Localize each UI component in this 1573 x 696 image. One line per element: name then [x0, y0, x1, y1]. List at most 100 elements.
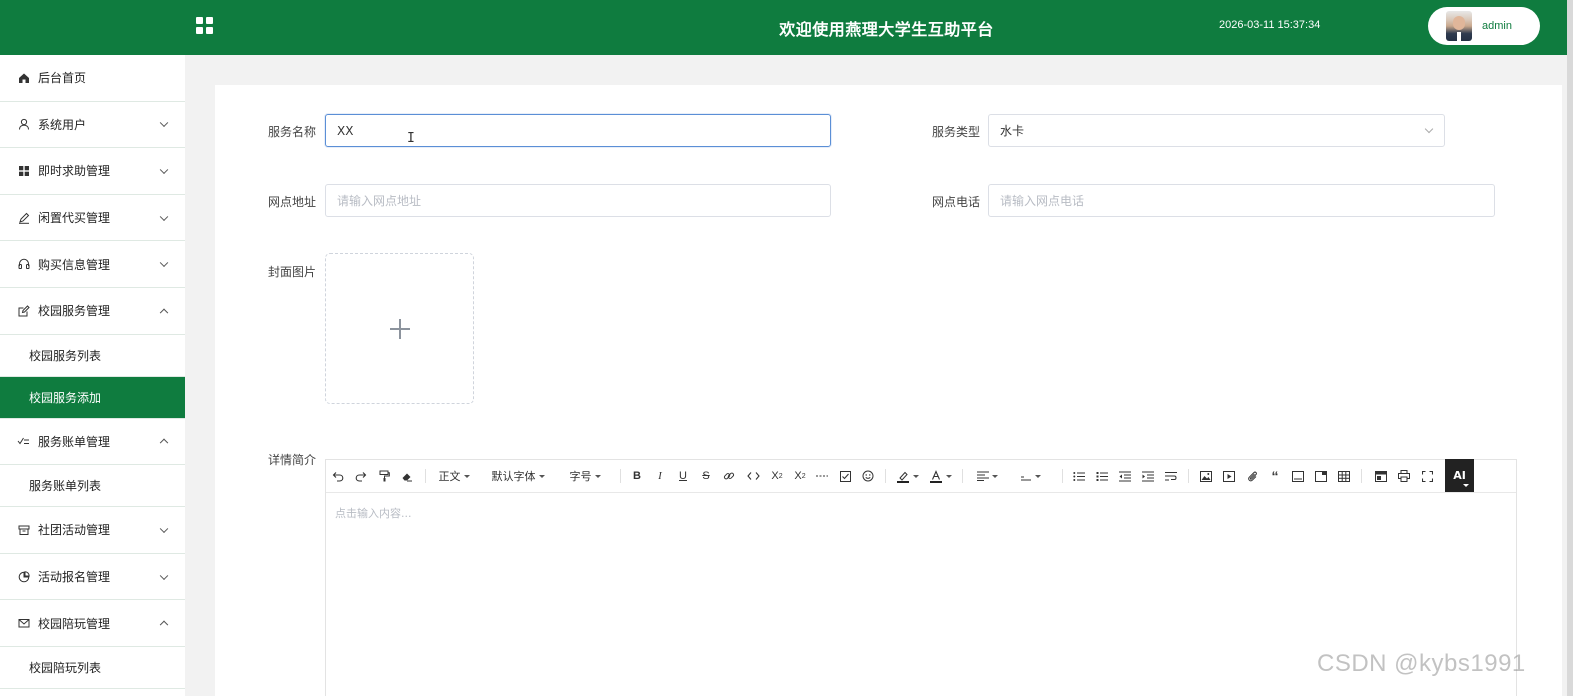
align-icon[interactable] [975, 467, 999, 485]
attachment-icon[interactable] [1245, 467, 1259, 485]
sidebar-item-campus-service[interactable]: 校园服务管理 [0, 288, 185, 335]
sidebar-item-idle-purchase[interactable]: 闲置代买管理 [0, 195, 185, 242]
toolbar-divider [620, 469, 621, 483]
italic-icon[interactable]: I [653, 467, 667, 485]
sidebar-item-label: 活动报名管理 [38, 570, 111, 585]
indent-icon[interactable] [1141, 467, 1155, 485]
sidebar-item-club-activity[interactable]: 社团活动管理 [0, 507, 185, 554]
underline-icon[interactable]: U [676, 467, 690, 485]
sidebar-item-label: 服务账单管理 [38, 434, 111, 449]
print-icon[interactable] [1397, 467, 1411, 485]
service-name-label: 服务名称 [268, 125, 317, 139]
paragraph-select[interactable]: 正文 [437, 467, 471, 485]
service-name-value: XX [337, 123, 354, 138]
link-icon[interactable] [722, 467, 736, 485]
service-type-label: 服务类型 [932, 125, 981, 139]
sidebar-item-activity-signup[interactable]: 活动报名管理 [0, 554, 185, 601]
sidebar-item-service-bill[interactable]: 服务账单管理 [0, 419, 185, 466]
bullet-list-icon[interactable] [1072, 467, 1086, 485]
outdent-icon[interactable] [1118, 467, 1132, 485]
clear-format-icon[interactable] [400, 467, 414, 485]
sidebar-subitem-campus-companion-list[interactable]: 校园陪玩列表 [0, 647, 185, 689]
horizontal-rule-icon[interactable] [815, 467, 829, 485]
cover-label: 封面图片 [268, 265, 317, 279]
video-icon[interactable] [1222, 467, 1236, 485]
bold-icon[interactable]: B [630, 467, 644, 485]
editor-toolbar: 正文 默认字体 字号 B I U S X2 X2 “ AI [326, 459, 1516, 493]
chevron-down-icon [159, 118, 169, 128]
grid-icon [17, 164, 30, 177]
chevron-down-icon [159, 165, 169, 175]
phone-input[interactable]: 请输入网点电话 [988, 184, 1495, 217]
sidebar: 后台首页 系统用户 即时求助管理 闲置代买管理 购买信息管理 校园服务管理 校园… [0, 55, 185, 696]
sidebar-item-label: 购买信息管理 [38, 257, 111, 272]
box-icon [17, 523, 30, 536]
window-scrollbar[interactable] [1567, 0, 1573, 696]
undo-icon[interactable] [331, 467, 345, 485]
menu-toggle-grid-icon[interactable] [196, 17, 213, 34]
chevron-down-icon [159, 571, 169, 580]
pie-icon [17, 570, 30, 583]
sidebar-item-label: 社团活动管理 [38, 523, 111, 538]
user-icon [17, 118, 30, 131]
mail-icon [17, 617, 30, 630]
sidebar-item-label: 即时求助管理 [38, 164, 111, 179]
chevron-up-icon [159, 438, 169, 448]
cover-image-uploader[interactable] [325, 253, 474, 404]
sidebar-item-purchase-info[interactable]: 购买信息管理 [0, 241, 185, 288]
username: admin [1482, 20, 1512, 32]
sidebar-subitem-campus-service-list[interactable]: 校园服务列表 [0, 335, 185, 377]
service-name-input[interactable]: XX I [325, 114, 831, 147]
toolbar-divider [1062, 469, 1063, 483]
edit-box-icon [17, 304, 30, 317]
toolbar-divider [425, 469, 426, 483]
font-color-icon[interactable] [929, 467, 953, 485]
highlight-color-icon[interactable] [896, 467, 920, 485]
superscript-icon[interactable]: X2 [792, 467, 808, 485]
code-block-icon[interactable] [1291, 467, 1305, 485]
line-height-icon[interactable] [1018, 467, 1042, 485]
redo-icon[interactable] [354, 467, 368, 485]
todo-checkbox-icon[interactable] [838, 467, 852, 485]
toolbar-divider [1188, 469, 1189, 483]
sidebar-item-home[interactable]: 后台首页 [0, 55, 185, 102]
toolbar-divider [1361, 469, 1362, 483]
sidebar-subitem-campus-service-add[interactable]: 校园服务添加 [0, 376, 185, 419]
chevron-down-icon [159, 524, 169, 533]
user-menu[interactable]: admin [1428, 7, 1540, 45]
main-form-panel: 服务名称 XX I 服务类型 水卡 网点地址 请输入网点地址 网点电话 请输入网… [215, 85, 1562, 696]
table-icon[interactable] [1337, 467, 1351, 485]
strikethrough-icon[interactable]: S [699, 467, 713, 485]
toolbar-divider [885, 469, 886, 483]
emoji-icon[interactable] [861, 467, 875, 485]
code-icon[interactable] [745, 467, 761, 485]
sidebar-item-campus-companion[interactable]: 校园陪玩管理 [0, 600, 185, 647]
source-code-icon[interactable] [1374, 467, 1388, 485]
subscript-icon[interactable]: X2 [769, 467, 785, 485]
address-input[interactable]: 请输入网点地址 [325, 184, 831, 217]
address-label: 网点地址 [268, 195, 317, 209]
current-datetime: 2026-03-11 15:37:34 [1219, 19, 1321, 31]
sidebar-item-help-requests[interactable]: 即时求助管理 [0, 148, 185, 195]
watermark: CSDN @kybs1991 [1317, 650, 1526, 677]
text-wrap-icon[interactable] [1164, 467, 1178, 485]
format-painter-icon[interactable] [377, 467, 391, 485]
fullscreen-icon[interactable] [1420, 467, 1434, 485]
font-size-select[interactable]: 字号 [567, 467, 603, 485]
image-icon[interactable] [1199, 467, 1213, 485]
address-placeholder: 请输入网点地址 [337, 194, 422, 208]
service-type-select[interactable]: 水卡 [988, 114, 1445, 147]
top-header: 欢迎使用燕理大学生互助平台 2026-03-11 15:37:34 admin [0, 0, 1567, 55]
chevron-up-icon [159, 308, 169, 317]
ai-assistant-button[interactable]: AI [1445, 459, 1474, 492]
quote-icon[interactable]: “ [1268, 467, 1282, 485]
detail-label: 详情简介 [268, 453, 317, 467]
sidebar-subitem-service-bill-list[interactable]: 服务账单列表 [0, 465, 185, 508]
sidebar-item-system-users[interactable]: 系统用户 [0, 102, 185, 149]
font-family-select[interactable]: 默认字体 [489, 467, 547, 485]
text-cursor-icon: I [407, 131, 415, 146]
numbered-list-icon[interactable] [1095, 467, 1109, 485]
chevron-up-icon [159, 620, 169, 630]
fullscreen-box-icon[interactable] [1314, 467, 1328, 485]
headset-icon [17, 258, 30, 271]
